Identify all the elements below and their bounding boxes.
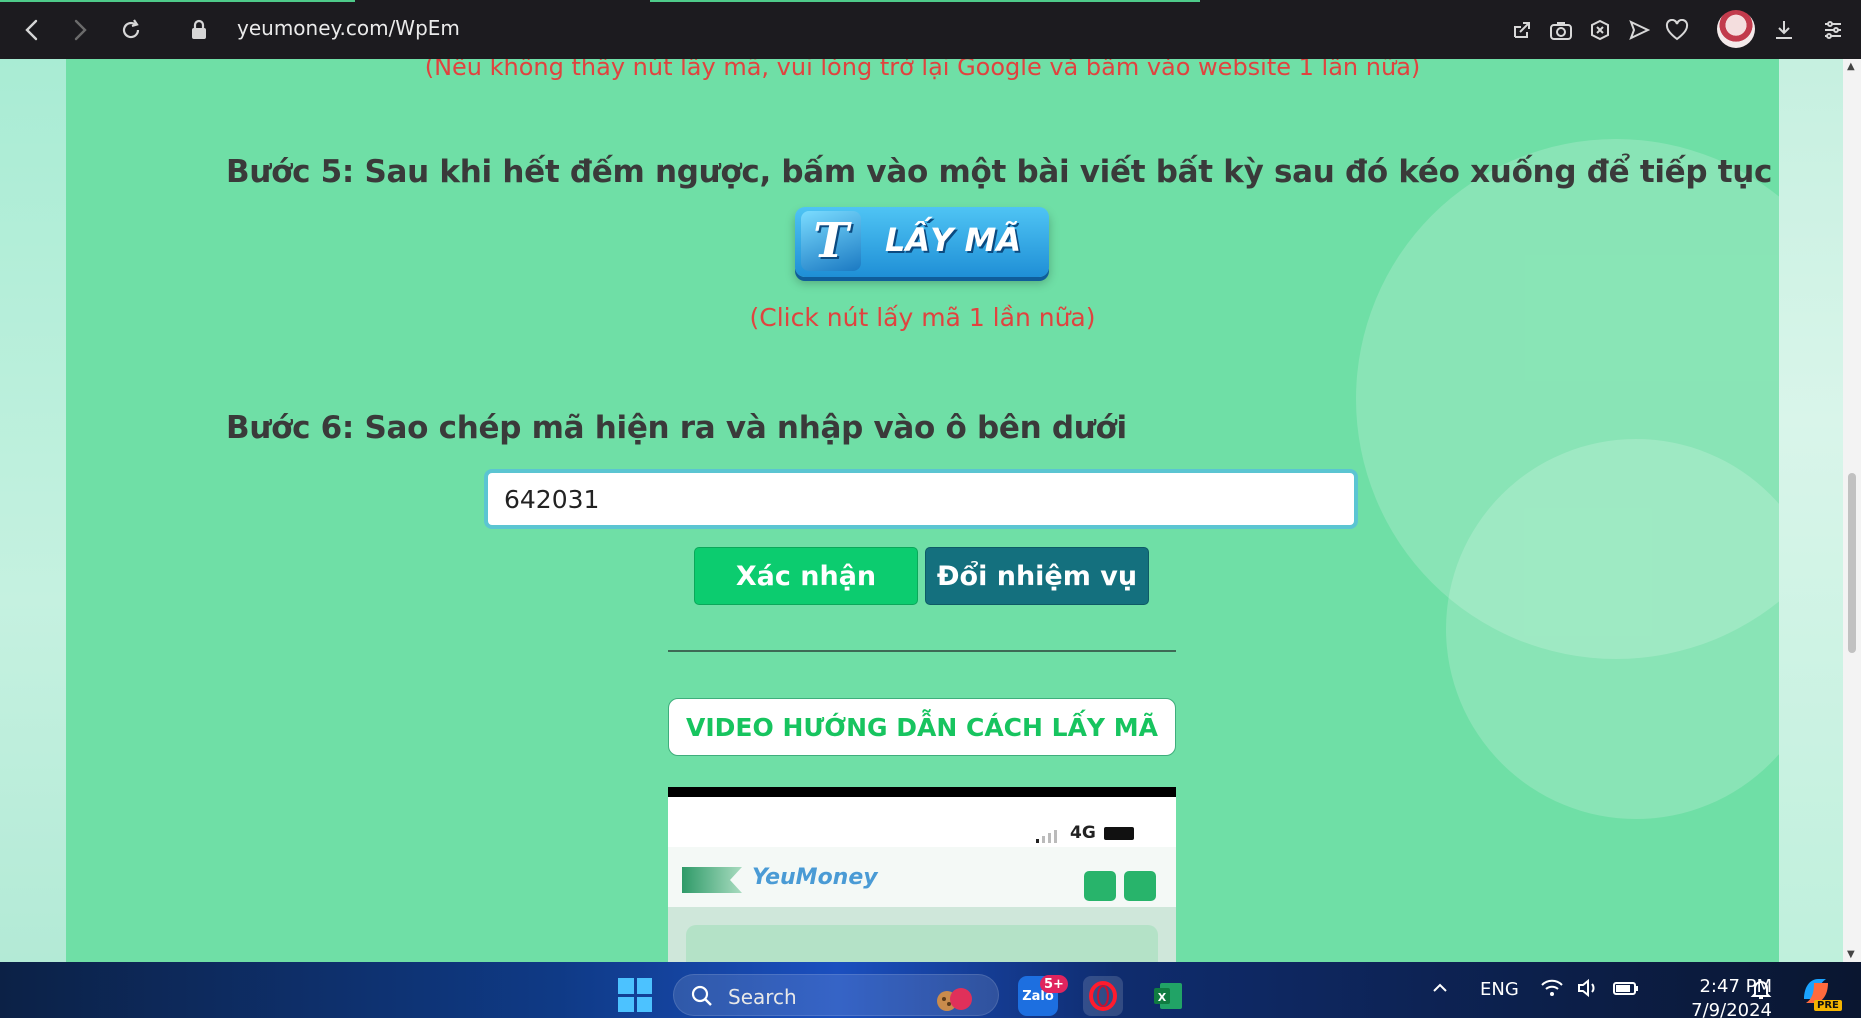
scroll-thumb[interactable] xyxy=(1848,473,1856,653)
camera-icon[interactable] xyxy=(1544,12,1578,48)
step5-heading: Bước 5: Sau khi hết đếm ngược, bấm vào m… xyxy=(226,154,1773,190)
yeumoney-logo-icon xyxy=(682,867,742,893)
search-highlight-icon[interactable] xyxy=(935,976,975,1016)
battery-icon xyxy=(1104,827,1134,840)
step6-heading: Bước 6: Sao chép mã hiện ra và nhập vào … xyxy=(226,410,1127,446)
page-scrollbar[interactable]: ▲ ▼ xyxy=(1843,59,1861,962)
network-label: 4G xyxy=(1070,823,1096,843)
confirm-button[interactable]: Xác nhận xyxy=(694,547,918,605)
forward-icon[interactable] xyxy=(62,12,98,48)
scroll-up-icon[interactable]: ▲ xyxy=(1847,61,1855,72)
divider xyxy=(668,650,1176,652)
phone-app-card xyxy=(686,925,1158,962)
search-label: Search xyxy=(728,985,797,1009)
wifi-icon[interactable] xyxy=(1540,978,1564,1003)
video-top-bar xyxy=(668,787,1176,797)
send-icon[interactable] xyxy=(1622,12,1656,48)
svg-text:X: X xyxy=(1158,991,1167,1004)
address-bar[interactable]: yeumoney.com/WpEm xyxy=(237,16,460,40)
download-icon[interactable] xyxy=(1767,12,1801,48)
page-viewport: (Nếu không thấy nút lấy mã, vui lòng trở… xyxy=(0,59,1843,962)
browser-toolbar: yeumoney.com/WpEm xyxy=(0,0,1861,59)
start-tile xyxy=(636,996,652,1012)
notification-badge: 5+ xyxy=(1040,975,1068,993)
get-code-button[interactable]: T LẤY MÃ xyxy=(795,207,1049,277)
phone-status-bar: 4G xyxy=(668,797,1176,847)
reload-icon[interactable] xyxy=(113,12,149,48)
page-right-margin xyxy=(1779,59,1843,962)
volume-icon[interactable] xyxy=(1576,978,1600,1003)
start-tile xyxy=(618,978,634,994)
phone-app-body xyxy=(668,907,1176,962)
change-task-button[interactable]: Đổi nhiệm vụ xyxy=(925,547,1149,605)
page-left-margin xyxy=(0,59,66,962)
get-code-label: LẤY MÃ xyxy=(885,221,1022,259)
signal-icon xyxy=(1036,830,1057,843)
back-icon[interactable] xyxy=(14,12,50,48)
video-guide-button[interactable]: VIDEO HƯỚNG DẪN CÁCH LẤY MÃ xyxy=(668,698,1176,756)
page-content: (Nếu không thấy nút lấy mã, vui lòng trở… xyxy=(66,59,1779,962)
search-icon xyxy=(691,985,712,1006)
click-note: (Click nút lấy mã 1 lần nữa) xyxy=(749,303,1096,332)
avatar[interactable] xyxy=(1717,10,1755,48)
get-code-badge: T xyxy=(801,211,861,271)
language-indicator[interactable]: ENG xyxy=(1480,979,1519,1000)
load-progress-bar-2 xyxy=(650,0,1200,2)
phone-app-header: YeuMoney xyxy=(668,847,1176,907)
opera-app-icon[interactable] xyxy=(1083,976,1123,1016)
code-input[interactable]: 642031 xyxy=(484,469,1358,529)
battery-icon[interactable] xyxy=(1612,978,1640,1003)
close-circle-icon[interactable] xyxy=(1583,12,1617,48)
hamburger-icon xyxy=(1124,871,1156,901)
excel-app-icon[interactable]: X xyxy=(1148,976,1188,1016)
heart-icon[interactable] xyxy=(1660,12,1694,48)
load-progress-bar xyxy=(0,0,355,2)
copilot-badge: PRE xyxy=(1814,1000,1842,1011)
menu-icon[interactable] xyxy=(1816,12,1850,48)
show-hidden-icons[interactable] xyxy=(1430,978,1450,1003)
notification-bell-icon[interactable] xyxy=(1750,978,1772,1005)
video-preview[interactable]: 4G YeuMoney xyxy=(668,787,1176,962)
user-icon xyxy=(1084,871,1116,901)
top-notice: (Nếu không thấy nút lấy mã, vui lòng trở… xyxy=(424,59,1421,81)
windows-taskbar: Search Zalo 5+ X ENG 2:47 PM 7/9/2024 PR… xyxy=(0,962,1861,1018)
lock-icon[interactable] xyxy=(181,12,217,48)
share-icon[interactable] xyxy=(1505,12,1539,48)
start-tile xyxy=(618,996,634,1012)
yeumoney-logo-text: YeuMoney xyxy=(752,865,878,890)
scroll-down-icon[interactable]: ▼ xyxy=(1847,949,1855,960)
start-button[interactable] xyxy=(618,978,652,1012)
start-tile xyxy=(636,978,652,994)
